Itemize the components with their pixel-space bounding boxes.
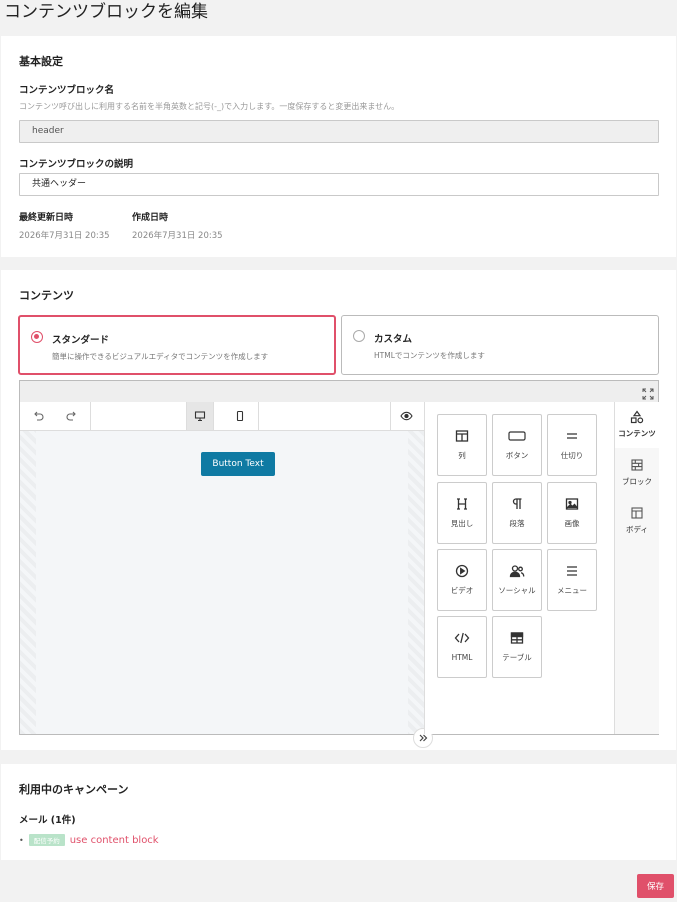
block-tile-label: 画像 [564,519,580,528]
block-tile-label: 見出し [450,519,474,528]
mode-standard-option[interactable]: スタンダード 簡単に操作できるビジュアルエディタでコンテンツを作成します [18,315,336,375]
paragraph-icon [512,498,522,509]
block-tile-table[interactable]: テーブル [492,616,542,678]
preview-eye-icon[interactable] [392,402,420,430]
updated-at-label: 最終更新日時 [19,213,74,223]
tab-content-label: コンテンツ [618,429,656,438]
blocks-icon [631,459,643,471]
bullet: • [19,835,24,845]
image-icon [565,498,579,510]
fullscreen-icon[interactable] [642,385,654,400]
heading-icon [457,498,467,510]
block-description-input[interactable]: 共通ヘッダー [19,173,659,196]
mode-custom-option[interactable]: カスタム HTMLでコンテンツを作成します [341,315,659,375]
block-tile-label: テーブル [502,653,532,662]
block-tile-image[interactable]: 画像 [547,482,597,544]
menu-icon [567,566,577,576]
block-tile-label: メニュー [557,586,587,595]
created-at-label: 作成日時 [132,213,169,223]
desktop-view-icon[interactable] [186,402,214,430]
block-tile-html[interactable]: HTML [437,616,487,678]
block-tile-label: ビデオ [450,586,474,595]
content-section-title: コンテンツ [19,289,74,302]
block-tile-columns[interactable]: 列 [437,414,487,476]
layout-icon [631,507,643,519]
block-tile-label: 段落 [509,519,525,528]
undo-icon[interactable] [24,402,52,430]
campaign-list-item: • 配信予約 use content block [19,834,159,846]
canvas-body[interactable]: Button Text [36,431,408,734]
toolbar-divider [90,402,91,430]
block-name-label: コンテンツブロック名 [19,85,115,96]
basic-settings-card: 基本設定 コンテンツブロック名 コンテンツ呼び出しに利用する名前を半角英数と記号… [1,36,676,257]
editor-topbar [20,381,658,403]
tab-body[interactable]: ボディ [615,498,659,544]
columns-icon [455,430,469,442]
shapes-icon [630,410,644,424]
campaigns-card: 利用中のキャンペーン メール (1件) • 配信予約 use content b… [1,764,676,860]
tab-body-label: ボディ [626,525,648,534]
tab-blocks[interactable]: ブロック [615,450,659,496]
video-icon [455,564,469,578]
mode-standard-desc: 簡単に操作できるビジュアルエディタでコンテンツを作成します [52,352,269,361]
block-tile-video[interactable]: ビデオ [437,549,487,611]
block-tile-menu[interactable]: メニュー [547,549,597,611]
mail-count-label: メール (1件) [19,815,76,826]
block-tile-label: ソーシャル [498,586,536,595]
block-tile-button[interactable]: ボタン [492,414,542,476]
mode-custom-title: カスタム [374,334,413,345]
block-tile-social[interactable]: ソーシャル [492,549,542,611]
redo-icon[interactable] [58,402,86,430]
block-tile-label: 列 [458,451,466,460]
table-icon [510,632,524,644]
campaign-link[interactable]: use content block [70,835,159,846]
content-card: コンテンツ スタンダード 簡単に操作できるビジュアルエディタでコンテンツを作成し… [1,270,676,750]
created-at-value: 2026年7月31日 20:35 [132,231,223,241]
block-name-input: header [19,120,659,143]
editor-toolbar [20,402,424,431]
page-title: コンテンツブロックを編集 [4,2,208,22]
block-name-hint: コンテンツ呼び出しに利用する名前を半角英数と記号(-_)で入力します。一度保存す… [19,102,400,111]
mode-custom-radio[interactable] [353,330,365,342]
blocks-panel: 列 ボタン 仕切り 見出し 段落 画像 ビデオ ソーシャル メニュー HTML … [424,402,659,734]
save-button[interactable]: 保存 [637,874,674,898]
mode-standard-radio[interactable] [31,331,43,343]
block-description-label: コンテンツブロックの説明 [19,159,134,170]
basic-settings-title: 基本設定 [19,55,63,68]
block-tile-label: 仕切り [560,451,584,460]
visual-editor: Button Text 列 ボタン 仕切り 見出し 段落 画像 ビデオ ソーシャ… [19,380,659,748]
toolbar-divider [258,402,259,430]
block-tile-heading[interactable]: 見出し [437,482,487,544]
updated-at-value: 2026年7月31日 20:35 [19,231,110,241]
button-icon [508,431,526,441]
block-tile-label: HTML [451,653,473,662]
mode-standard-title: スタンダード [52,335,110,346]
mode-custom-desc: HTMLでコンテンツを作成します [374,351,485,360]
radio-dot [34,334,39,339]
social-icon [509,565,525,578]
block-tile-label: ボタン [505,451,529,460]
toolbar-divider [390,402,391,430]
code-icon [454,632,470,644]
editor-canvas[interactable]: Button Text [20,431,433,748]
divider-icon [567,433,577,439]
block-tile-paragraph[interactable]: 段落 [492,482,542,544]
campaigns-section-title: 利用中のキャンペーン [19,783,129,796]
status-badge: 配信予約 [28,834,65,846]
canvas-button-block[interactable]: Button Text [201,452,275,476]
tab-content[interactable]: コンテンツ [615,402,659,448]
mobile-view-icon[interactable] [226,402,254,430]
side-tabs: コンテンツ ブロック ボディ [614,402,659,734]
block-tile-divider[interactable]: 仕切り [547,414,597,476]
tab-blocks-label: ブロック [622,477,652,486]
